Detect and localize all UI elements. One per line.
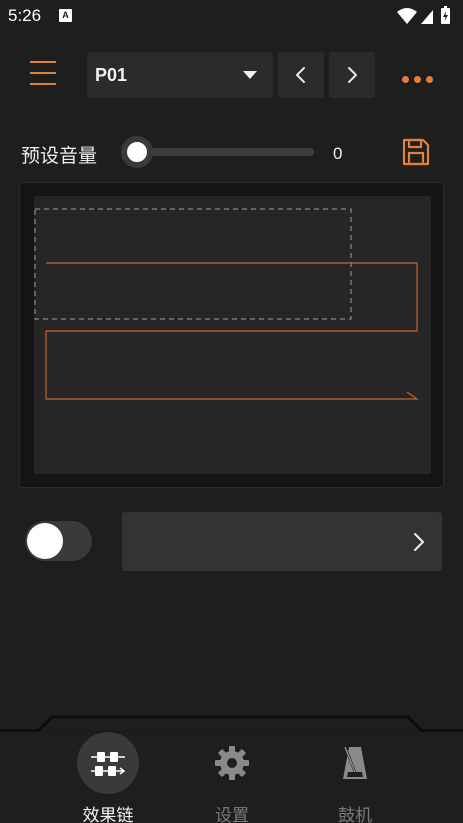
volume-label: 预设音量 [21, 145, 98, 167]
effects-chain-icon [91, 752, 126, 776]
chevron-right-icon [414, 533, 424, 551]
nav-item-settings[interactable]: 设置 [186, 732, 276, 823]
menu-button[interactable] [30, 61, 58, 89]
chain-power-toggle[interactable] [25, 521, 92, 561]
selection-box [34, 208, 352, 320]
volume-value: 0 [333, 144, 343, 163]
status-time: 5:26 [8, 6, 42, 25]
more-options-button[interactable] [402, 68, 438, 83]
nav-label-drum-machine: 鼓机 [338, 806, 372, 823]
wifi-icon [397, 8, 417, 24]
app-screen: 5:26 A P01 预设音量 0 效果链 设置 鼓机 [0, 0, 463, 823]
status-icons [395, 6, 455, 26]
nav-label-settings: 设置 [215, 806, 249, 823]
toggle-knob [27, 523, 63, 559]
hamburger-menu-icon [30, 61, 56, 63]
volume-slider[interactable] [133, 148, 314, 156]
volume-slider-thumb[interactable] [121, 136, 153, 168]
signal-icon [421, 10, 433, 24]
signal-path-line [45, 262, 419, 400]
nav-item-effects-chain[interactable]: 效果链 [62, 732, 152, 823]
effects-chain-canvas[interactable] [34, 196, 431, 474]
app-notification-icon: A [59, 9, 72, 22]
battery-charging-icon [441, 6, 450, 24]
preset-name: P01 [95, 65, 128, 85]
more-horizontal-icon [402, 68, 438, 87]
nav-label-effects-chain: 效果链 [82, 806, 134, 823]
chevron-left-icon [296, 67, 305, 83]
effect-detail-button[interactable] [122, 512, 442, 571]
signal-path-diagram [34, 208, 419, 400]
gear-icon [215, 746, 249, 780]
previous-preset-button[interactable] [278, 52, 324, 98]
nav-item-drum-machine[interactable]: 鼓机 [309, 732, 399, 823]
status-bar: 5:26 A [0, 0, 463, 34]
chevron-right-icon [348, 67, 357, 83]
next-preset-button[interactable] [329, 52, 375, 98]
preset-select[interactable]: P01 [87, 52, 273, 98]
bottom-navigation: 效果链 设置 鼓机 [0, 712, 463, 823]
caret-down-icon [243, 71, 257, 79]
nav-divider [0, 715, 463, 732]
save-preset-button[interactable] [400, 136, 432, 168]
metronome-icon [343, 746, 367, 779]
save-icon [402, 138, 430, 166]
effects-chain-panel [19, 182, 444, 488]
